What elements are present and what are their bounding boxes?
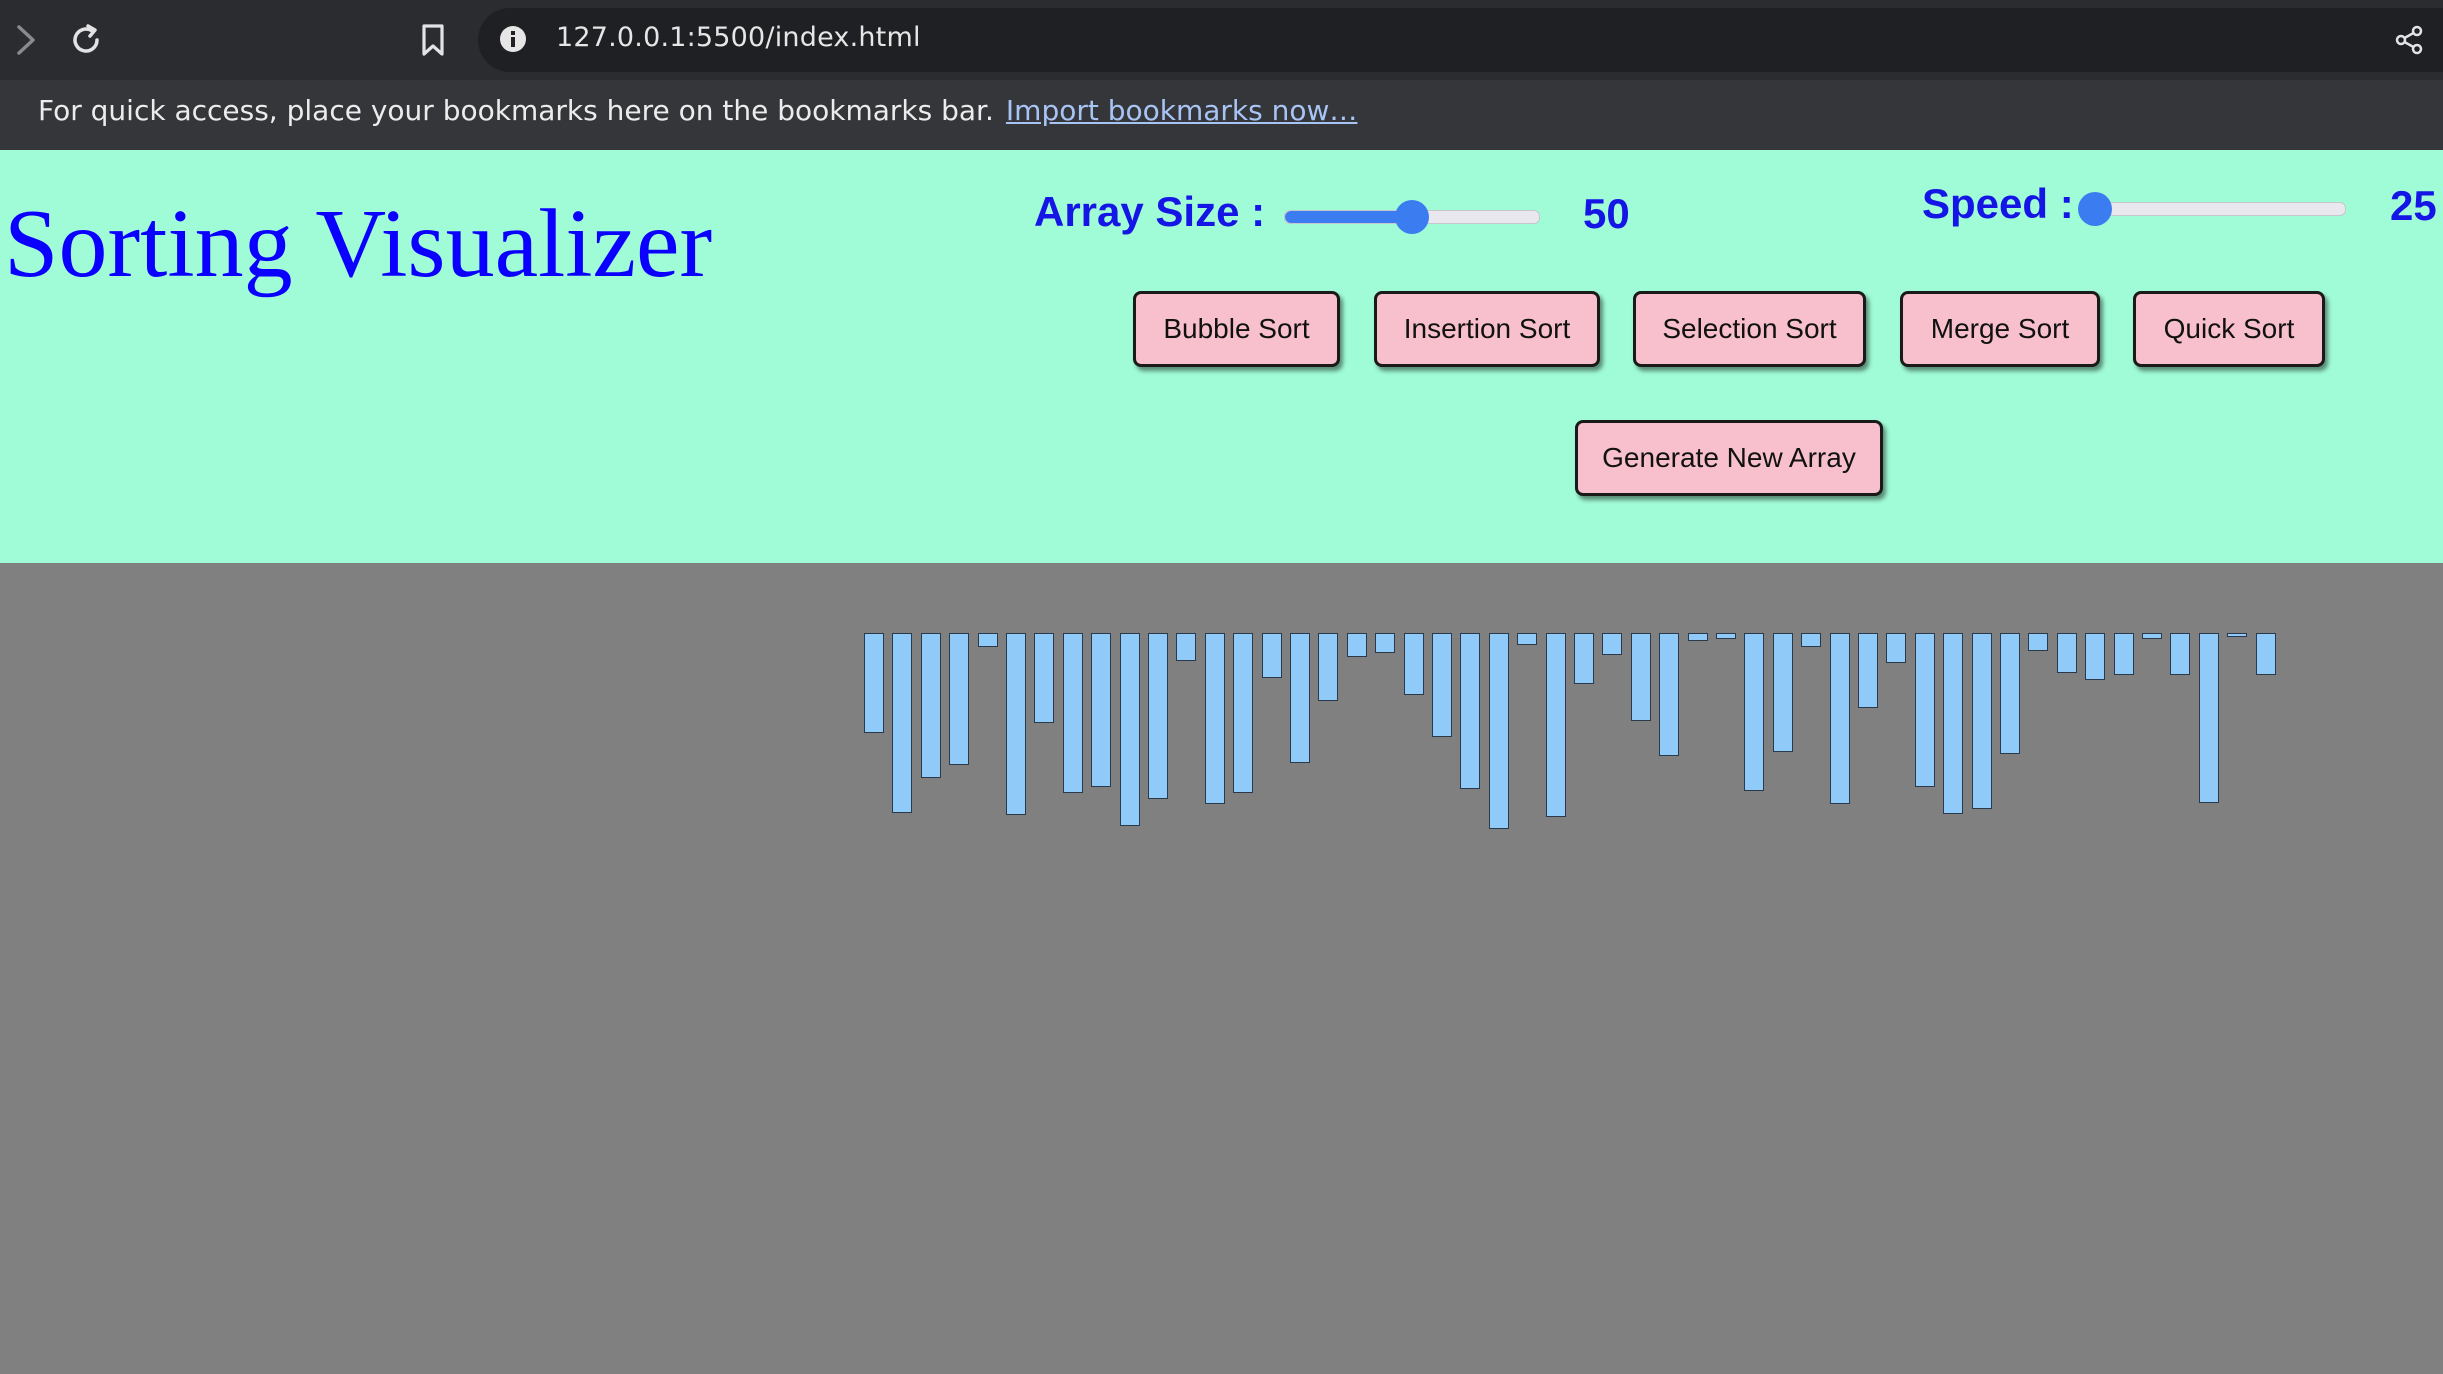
merge-sort-button[interactable]: Merge Sort	[1900, 291, 2100, 367]
array-bar	[1262, 633, 1282, 678]
bubble-sort-button[interactable]: Bubble Sort	[1133, 291, 1340, 367]
array-bar	[2227, 633, 2247, 637]
array-bar	[2199, 633, 2219, 803]
array-bar	[1318, 633, 1338, 701]
array-bar	[1432, 633, 1452, 737]
selection-sort-button[interactable]: Selection Sort	[1633, 291, 1866, 367]
array-bar	[1517, 633, 1537, 645]
array-bar	[2057, 633, 2077, 673]
bookmarks-prompt-text: For quick access, place your bookmarks h…	[38, 94, 994, 127]
array-bar	[1716, 633, 1736, 639]
array-bar	[2170, 633, 2190, 675]
array-bar	[1233, 633, 1253, 793]
array-bar	[1404, 633, 1424, 695]
page-title: Sorting Visualizer	[4, 190, 713, 298]
array-bar	[1205, 633, 1225, 804]
array-bar	[1148, 633, 1168, 799]
array-bar	[949, 633, 969, 765]
address-bar[interactable]: 127.0.0.1:5500/index.html	[478, 8, 2443, 72]
bookmarks-bar: For quick access, place your bookmarks h…	[0, 80, 2443, 151]
share-icon[interactable]	[2391, 22, 2427, 58]
array-bar	[1659, 633, 1679, 756]
array-bar	[2256, 633, 2276, 675]
array-bar	[2028, 633, 2048, 651]
array-bar	[1602, 633, 1622, 655]
array-size-value: 50	[1583, 190, 1630, 237]
generate-new-array-button[interactable]: Generate New Array	[1575, 420, 1883, 496]
array-bar	[1176, 633, 1196, 661]
array-bar	[1120, 633, 1140, 826]
page-header: Sorting Visualizer Array Size : 50 Speed…	[0, 150, 2443, 563]
insertion-sort-button[interactable]: Insertion Sort	[1374, 291, 1600, 367]
speed-label: Speed :	[1922, 180, 2074, 227]
speed-slider[interactable]	[2078, 192, 2346, 226]
bars-container	[0, 563, 2443, 1374]
bookmarks-prompt: For quick access, place your bookmarks h…	[38, 94, 1357, 127]
array-bar	[1972, 633, 1992, 809]
array-bar	[978, 633, 998, 647]
array-bar	[864, 633, 884, 733]
array-bar	[1063, 633, 1083, 793]
array-bar	[1744, 633, 1764, 791]
speed-slider-thumb[interactable]	[2078, 192, 2112, 226]
browser-toolbar: 127.0.0.1:5500/index.html	[0, 0, 2443, 80]
array-bar	[1347, 633, 1367, 657]
array-bar	[1546, 633, 1566, 817]
array-bar	[1886, 633, 1906, 663]
array-bar	[1688, 633, 1708, 641]
array-bar	[1489, 633, 1509, 829]
array-bar	[1773, 633, 1793, 752]
array-bar	[2114, 633, 2134, 675]
import-bookmarks-link[interactable]: Import bookmarks now…	[1006, 94, 1358, 127]
quick-sort-button[interactable]: Quick Sort	[2133, 291, 2325, 367]
array-bar	[1943, 633, 1963, 814]
array-bar	[1801, 633, 1821, 647]
array-bar	[921, 633, 941, 778]
array-bar	[1460, 633, 1480, 789]
array-bar	[892, 633, 912, 813]
array-bar	[1858, 633, 1878, 708]
array-size-label: Array Size :	[1034, 188, 1266, 235]
reload-icon[interactable]	[60, 14, 112, 66]
array-bar	[1574, 633, 1594, 684]
array-size-slider-thumb[interactable]	[1395, 200, 1429, 234]
array-size-slider-fill	[1285, 211, 1412, 223]
array-bar	[2085, 633, 2105, 680]
array-bar	[1034, 633, 1054, 723]
array-bar	[2000, 633, 2020, 754]
speed-value: 25	[2390, 182, 2437, 229]
array-size-slider[interactable]	[1284, 200, 1540, 234]
site-info-icon[interactable]	[498, 24, 528, 54]
forward-icon[interactable]	[0, 14, 52, 66]
array-bar	[1375, 633, 1395, 653]
array-bar	[1830, 633, 1850, 804]
array-bar	[1915, 633, 1935, 787]
array-bar	[1006, 633, 1026, 815]
array-bar	[2142, 633, 2162, 639]
array-bar	[1631, 633, 1651, 721]
array-bar	[1290, 633, 1310, 763]
array-bar	[1091, 633, 1111, 787]
bookmark-icon[interactable]	[407, 14, 459, 66]
url-text: 127.0.0.1:5500/index.html	[556, 22, 921, 53]
